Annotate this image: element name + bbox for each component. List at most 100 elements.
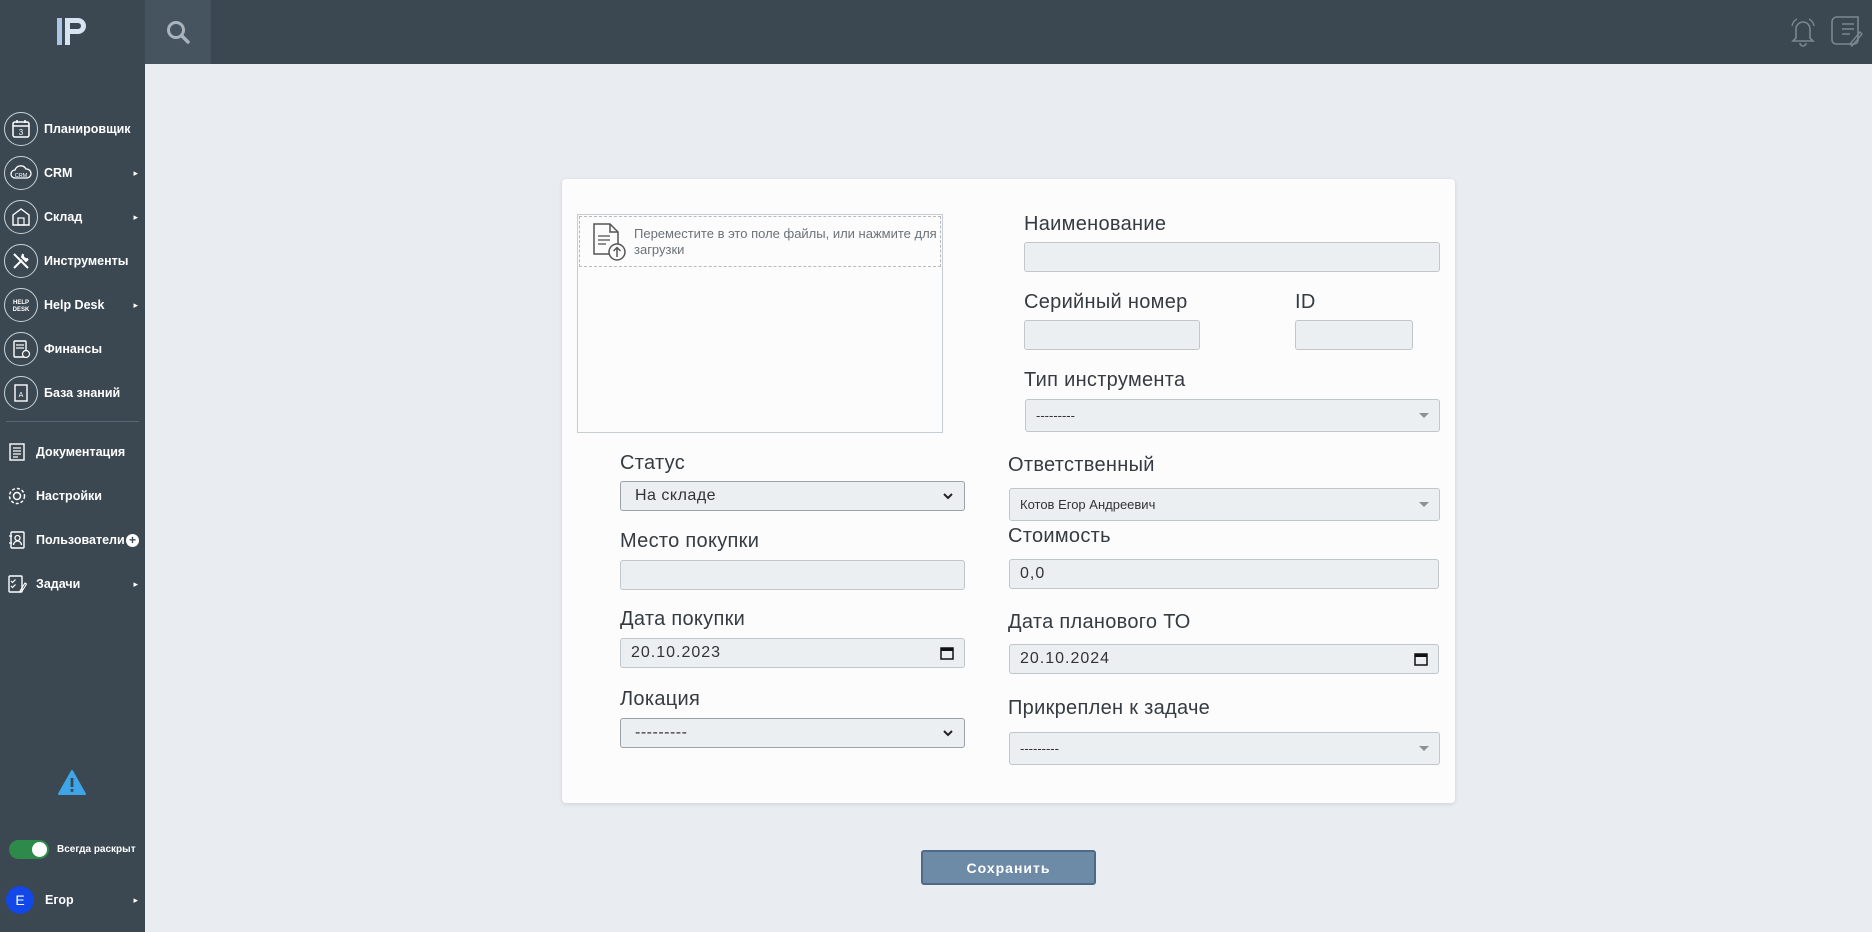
tools-icon (4, 244, 38, 278)
responsible-label: Ответственный (1008, 454, 1155, 476)
chevron-right-icon: ▸ (133, 211, 138, 222)
app-logo[interactable]: IP (0, 0, 145, 64)
attached-task-label: Прикреплен к задаче (1008, 697, 1211, 719)
sidebar-item-warehouse[interactable]: Склад ▸ (0, 195, 145, 239)
chevron-right-icon: ▸ (133, 578, 138, 589)
save-button[interactable]: Сохранить (921, 850, 1096, 885)
sidebar: IP 3 Планировщик CRM CRM ▸ Склад ▸ (0, 0, 145, 932)
calendar-picker-icon[interactable] (940, 646, 954, 660)
id-label: ID (1295, 291, 1316, 313)
status-value: На складе (635, 487, 717, 504)
sidebar-item-planner[interactable]: 3 Планировщик (0, 107, 145, 151)
location-select[interactable]: --------- (620, 718, 965, 748)
chevron-down-icon (943, 730, 953, 737)
file-dropzone[interactable]: Переместите в это поле файлы, или нажмит… (577, 214, 943, 433)
user-menu[interactable]: E Егор ▸ (6, 886, 145, 914)
svg-text:DESK: DESK (13, 307, 30, 313)
chevron-down-icon (943, 493, 953, 500)
maintenance-date-value: 20.10.2024 (1020, 650, 1111, 667)
cost-input[interactable]: 0,0 (1009, 559, 1439, 589)
svg-text:CRM: CRM (15, 173, 28, 179)
attached-task-select[interactable]: --------- (1009, 732, 1440, 765)
sidebar-item-label: Настройки (36, 489, 102, 503)
sidebar-item-label: Документация (36, 445, 126, 459)
sidebar-item-finance[interactable]: Финансы (0, 327, 145, 371)
chevron-right-icon: ▸ (133, 167, 138, 178)
serial-number-label: Серийный номер (1024, 291, 1188, 313)
svg-text:A: A (19, 392, 24, 399)
helpdesk-icon: HELP DESK (4, 288, 38, 322)
purchase-date-label: Дата покупки (620, 608, 746, 630)
tool-type-select[interactable]: --------- (1025, 399, 1440, 432)
search-button[interactable] (145, 0, 211, 64)
maintenance-date-input[interactable]: 20.10.2024 (1009, 644, 1439, 674)
sidebar-item-documentation[interactable]: Документация (0, 430, 145, 474)
name-label: Наименование (1024, 213, 1167, 235)
warehouse-icon (4, 200, 38, 234)
finance-icon (4, 332, 38, 366)
sidebar-item-users[interactable]: Пользователи + (0, 518, 145, 562)
warning-icon[interactable] (58, 770, 86, 801)
file-upload-icon (593, 222, 626, 261)
purchase-date-input[interactable]: 20.10.2023 (620, 638, 965, 668)
always-expanded-toggle[interactable] (9, 840, 49, 859)
location-label: Локация (620, 688, 701, 710)
gear-icon (4, 483, 30, 509)
caret-down-icon (1419, 502, 1429, 507)
users-icon (4, 527, 30, 553)
id-input[interactable] (1295, 320, 1413, 350)
sidebar-item-label: Склад (44, 210, 83, 224)
svg-text:3: 3 (19, 128, 24, 137)
tool-type-label: Тип инструмента (1024, 369, 1186, 391)
always-expanded-toggle-row: Всегда раскрыт (9, 840, 136, 859)
sidebar-item-knowledge-base[interactable]: A База знаний (0, 371, 145, 415)
name-input[interactable] (1024, 242, 1440, 272)
dropzone-header[interactable]: Переместите в это поле файлы, или нажмит… (579, 216, 941, 267)
svg-text:HELP: HELP (13, 300, 29, 306)
tasks-icon (4, 571, 30, 597)
serial-number-input[interactable] (1024, 320, 1200, 350)
purchase-date-value: 20.10.2023 (631, 644, 722, 661)
sidebar-item-label: Планировщик (44, 122, 131, 136)
sidebar-item-label: База знаний (44, 386, 121, 400)
sidebar-item-settings[interactable]: Настройки (0, 474, 145, 518)
sidebar-item-label: CRM (44, 166, 73, 180)
tool-form-card: Переместите в это поле файлы, или нажмит… (562, 179, 1455, 803)
sidebar-item-label: Инструменты (44, 254, 129, 268)
knowledge-base-icon: A (4, 376, 38, 410)
calendar-picker-icon[interactable] (1414, 652, 1428, 666)
calendar-icon: 3 (4, 112, 38, 146)
toggle-knob (32, 842, 47, 857)
maintenance-date-label: Дата планового ТО (1008, 611, 1191, 633)
bell-icon[interactable] (1788, 14, 1818, 53)
sidebar-item-crm[interactable]: CRM CRM ▸ (0, 151, 145, 195)
sidebar-item-tasks[interactable]: Задачи ▸ (0, 562, 145, 606)
tasks-list-icon[interactable] (1830, 14, 1864, 53)
logo-icon (56, 18, 86, 45)
chevron-right-icon: ▸ (133, 299, 138, 310)
sidebar-item-label: Help Desk (44, 298, 105, 312)
purchase-place-input[interactable] (620, 560, 965, 590)
chevron-right-icon: ▸ (133, 894, 138, 905)
sidebar-item-helpdesk[interactable]: HELP DESK Help Desk ▸ (0, 283, 145, 327)
sidebar-item-label: Пользователи (36, 533, 125, 547)
purchase-place-label: Место покупки (620, 530, 760, 552)
caret-down-icon (1419, 413, 1429, 418)
cost-label: Стоимость (1008, 525, 1111, 547)
user-name: Егор (45, 893, 74, 907)
search-icon (167, 21, 190, 44)
status-label: Статус (620, 452, 686, 474)
responsible-select[interactable]: Котов Егор Андреевич (1009, 488, 1440, 521)
crm-cloud-icon: CRM (4, 156, 38, 190)
sidebar-divider (6, 421, 139, 422)
sidebar-item-tools[interactable]: Инструменты (0, 239, 145, 283)
documentation-icon (4, 439, 30, 465)
status-select[interactable]: На складе (620, 481, 965, 511)
sidebar-nav: 3 Планировщик CRM CRM ▸ Склад ▸ Инструме… (0, 107, 145, 606)
responsible-value: Котов Егор Андреевич (1020, 497, 1156, 512)
caret-down-icon (1419, 746, 1429, 751)
add-user-icon[interactable]: + (126, 533, 139, 547)
always-expanded-label: Всегда раскрыт (57, 844, 136, 855)
location-value: --------- (635, 724, 688, 741)
avatar: E (6, 886, 34, 914)
